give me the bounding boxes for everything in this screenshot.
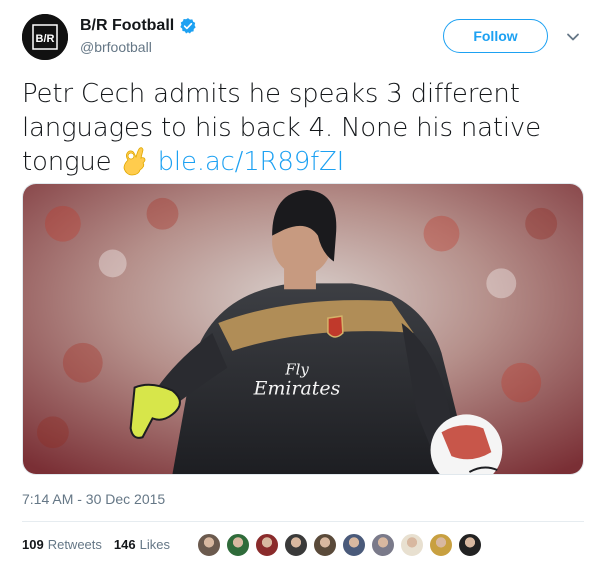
author-block: B/R Football @brfootball [80,17,197,55]
liker-avatars [197,533,487,557]
tweet-photo[interactable]: Fly Emirates [22,183,584,475]
liker-avatar[interactable] [429,533,453,557]
sponsor-emirates: Emirates [253,378,341,400]
retweets-label: Retweets [47,537,102,552]
liker-avatar[interactable] [400,533,424,557]
verified-badge-icon [180,18,196,34]
svg-text:B/R: B/R [36,33,55,45]
follow-button[interactable]: Follow [443,19,548,53]
liker-avatar[interactable] [255,533,279,557]
br-logo-icon: B/R [22,14,68,60]
liker-avatar[interactable] [458,533,482,557]
display-name[interactable]: B/R Football [80,17,174,35]
engagement-stats: 109 Retweets 146 Likes [22,537,182,552]
goalkeeper-photo: Fly Emirates [23,184,583,474]
tweet-text: Petr Cech admits he speaks 3 different l… [22,77,592,179]
divider [22,521,584,522]
liker-avatar[interactable] [342,533,366,557]
likes-label: Likes [139,537,170,552]
avatar[interactable]: B/R [22,14,68,60]
tweet-card: B/R B/R Football @brfootball Follow Petr… [0,0,611,568]
retweets-stat[interactable]: 109 Retweets [22,537,102,552]
tweet-link[interactable]: ble.ac/1R89fZI [158,147,345,177]
likes-count: 146 [113,537,136,552]
liker-avatar[interactable] [371,533,395,557]
liker-avatar[interactable] [226,533,250,557]
liker-avatar[interactable] [313,533,337,557]
timestamp[interactable]: 7:14 AM - 30 Dec 2015 [22,491,165,507]
liker-avatar[interactable] [197,533,221,557]
handle[interactable]: @brfootball [80,39,197,55]
chevron-down-icon[interactable] [566,30,580,44]
likes-stat[interactable]: 146 Likes [114,537,170,552]
sponsor-fly: Fly [284,361,309,379]
liker-avatar[interactable] [284,533,308,557]
retweets-count: 109 [22,537,44,552]
ok-hand-emoji-icon [123,147,145,176]
